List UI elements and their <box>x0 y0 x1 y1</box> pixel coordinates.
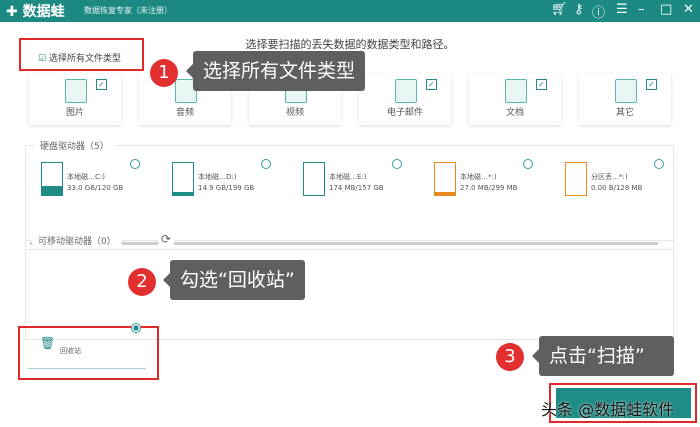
checkbox-icon[interactable]: ✓ <box>646 79 657 90</box>
trash-icon: 🗑︎ <box>40 336 56 350</box>
checkbox-icon[interactable]: ✓ <box>426 79 437 90</box>
step-badge-1: 1 <box>150 59 178 87</box>
maximize-icon[interactable]: □ <box>660 2 672 17</box>
title-bar: ✚ 数据蛙 数据恢复专家（未注册） 🛒︎ ⚷ ⓘ ☰ – □ ✕ <box>0 0 700 22</box>
removable-drives-title: 可移动驱动器（0） <box>32 234 122 247</box>
category-label: 图片 <box>65 108 84 118</box>
recycle-bin-label: 回收站 <box>60 347 81 355</box>
drive-name: 本地磁…D:) <box>198 173 237 181</box>
help-icon[interactable]: ⓘ <box>592 2 605 21</box>
drive-icon <box>172 162 194 196</box>
category-label: 文档 <box>505 108 524 118</box>
menu-icon[interactable]: ☰ <box>616 2 628 17</box>
step-badge-3: 3 <box>496 343 524 371</box>
drive-size: 14.9 GB/199 GB <box>198 184 255 192</box>
cart-icon[interactable]: 🛒︎ <box>551 2 568 17</box>
minimize-icon[interactable]: – <box>638 2 645 17</box>
key-icon[interactable]: ⚷ <box>574 2 584 17</box>
watermark: 头条 @数据蛙软件 <box>541 400 675 419</box>
drive-usage-fill <box>173 192 193 195</box>
drive-item[interactable]: 本地磁…*:) 27.0 MB/299 MB <box>434 159 554 202</box>
drive-size: 27.0 MB/299 MB <box>460 184 518 192</box>
image-icon <box>65 79 87 103</box>
drive-name: 本地磁…C:) <box>67 173 105 181</box>
drive-radio[interactable] <box>523 159 533 169</box>
category-label: 其它 <box>615 108 634 118</box>
category-documents[interactable]: ✓ 文档 <box>469 73 561 125</box>
category-label: 视频 <box>285 108 304 118</box>
checkbox-icon[interactable]: ✓ <box>96 79 107 90</box>
drive-radio[interactable] <box>130 159 140 169</box>
other-icon <box>615 79 637 103</box>
app-subtitle: 数据恢复专家（未注册） <box>84 6 172 15</box>
category-other[interactable]: ✓ 其它 <box>579 73 671 125</box>
email-icon <box>395 79 417 103</box>
drive-icon <box>41 162 63 196</box>
drive-item[interactable]: 本地磁…C:) 33.0 GB/120 GB <box>41 159 161 202</box>
select-all-label: 选择所有文件类型 <box>48 54 121 64</box>
category-label: 音频 <box>175 108 194 118</box>
drive-radio[interactable] <box>392 159 402 169</box>
drive-usage-fill <box>42 186 62 195</box>
callout-step-3: 点击“扫描” <box>532 336 674 376</box>
drive-name: 本地磁…*:) <box>460 173 497 181</box>
refresh-icon[interactable]: ⟳ <box>158 232 175 246</box>
drive-name: 本地磁…E:) <box>329 173 367 181</box>
recycle-bin-item[interactable]: 🗑︎ 回收站 <box>28 323 146 369</box>
drive-size: 174 MB/157 GB <box>329 184 384 192</box>
drive-item[interactable]: 本地磁…D:) 14.9 GB/199 GB <box>172 159 292 202</box>
drive-icon <box>565 162 587 196</box>
category-images[interactable]: ✓ 图片 <box>29 73 121 125</box>
select-all-checkbox[interactable]: ☑ 选择所有文件类型 <box>38 51 121 64</box>
drive-radio[interactable] <box>261 159 271 169</box>
drive-name: 分区丢…*:) <box>591 173 628 181</box>
callout-step-1: 选择所有文件类型 <box>185 51 366 91</box>
checkbox-icon: ☑ <box>38 54 47 64</box>
step-badge-2: 2 <box>128 268 156 296</box>
drive-item[interactable]: 本地磁…E:) 174 MB/157 GB <box>303 159 423 202</box>
callout-step-2: 勾选“回收站” <box>163 260 305 300</box>
drive-item[interactable]: 分区丢…*:) 0.00 B/128 MB <box>565 159 685 202</box>
drive-radio[interactable] <box>654 159 664 169</box>
app-logo: ✚ 数据蛙 <box>6 4 65 20</box>
close-icon[interactable]: ✕ <box>683 2 694 17</box>
drive-icon <box>303 162 325 196</box>
category-email[interactable]: ✓ 电子邮件 <box>359 73 451 125</box>
radio-selected-icon[interactable] <box>131 323 141 333</box>
removable-drives-group <box>25 240 674 340</box>
document-icon <box>505 79 527 103</box>
category-label: 电子邮件 <box>386 108 423 118</box>
hard-drives-title: 硬盘驱动器（5） <box>34 139 115 152</box>
drive-usage-fill <box>435 192 455 195</box>
drive-size: 33.0 GB/120 GB <box>67 184 124 192</box>
app-title: 数据蛙 <box>22 4 65 20</box>
checkbox-icon[interactable]: ✓ <box>536 79 547 90</box>
drive-icon <box>434 162 456 196</box>
drive-size: 0.00 B/128 MB <box>591 184 643 192</box>
